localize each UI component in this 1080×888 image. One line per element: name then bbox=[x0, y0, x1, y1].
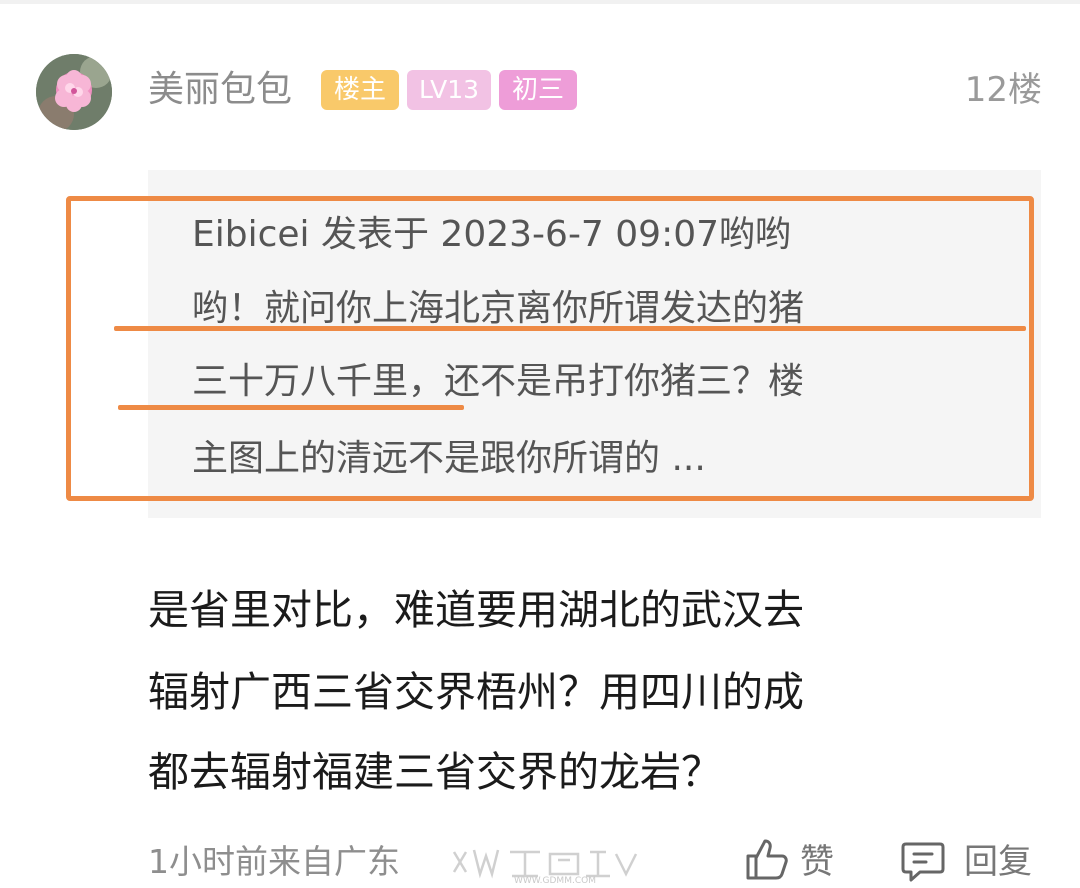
top-divider bbox=[0, 0, 1080, 4]
comment-icon[interactable] bbox=[900, 838, 946, 884]
comment-body-line: 辐射广西三省交界梧州？用四川的成 bbox=[148, 668, 804, 716]
comment-body-line: 都去辐射福建三省交界的龙岩？ bbox=[148, 748, 722, 796]
reply-button[interactable]: 回复 bbox=[964, 838, 1032, 886]
highlight-box-annotation bbox=[66, 196, 1034, 501]
user-avatar[interactable] bbox=[36, 54, 112, 130]
site-watermark: WWW.GDMM.COM bbox=[450, 842, 645, 886]
badge-level: LV13 bbox=[407, 70, 491, 110]
post-time-location: 1小时前来自广东 bbox=[148, 842, 400, 881]
flower-avatar-icon bbox=[36, 54, 112, 130]
comment-body-line: 是省里对比，难道要用湖北的武汉去 bbox=[148, 586, 804, 634]
badge-owner: 楼主 bbox=[321, 70, 399, 110]
badge-grade: 初三 bbox=[499, 70, 577, 110]
svg-text:WWW.GDMM.COM: WWW.GDMM.COM bbox=[514, 876, 596, 884]
username[interactable]: 美丽包包 bbox=[148, 66, 292, 114]
underline-annotation bbox=[114, 326, 1026, 331]
thumbs-up-icon[interactable] bbox=[744, 836, 790, 882]
underline-annotation bbox=[118, 405, 464, 410]
like-button[interactable]: 赞 bbox=[800, 838, 834, 886]
floor-number: 12楼 bbox=[964, 70, 1042, 110]
